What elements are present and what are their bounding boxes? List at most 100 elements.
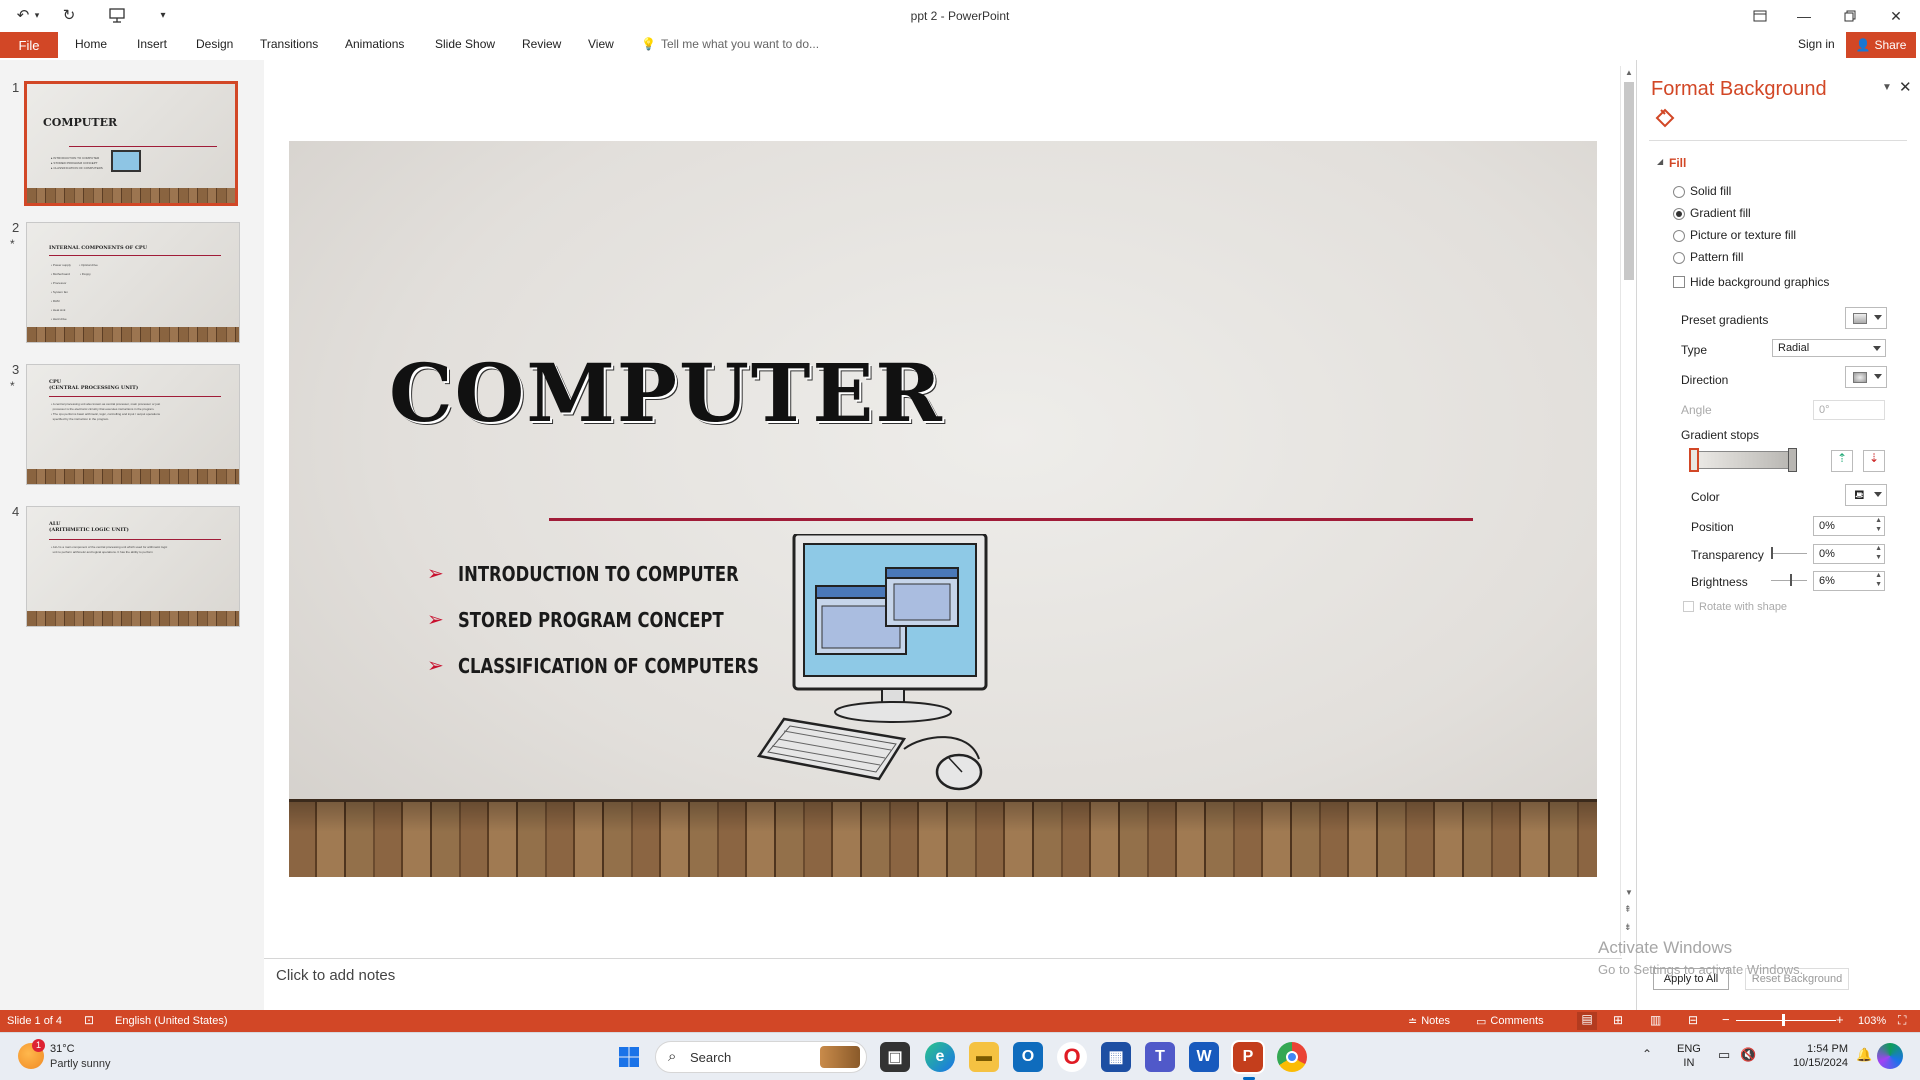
pattern-fill-radio[interactable]	[1673, 252, 1685, 264]
spin-up-icon[interactable]: ▲	[1875, 545, 1882, 552]
add-gradient-stop-icon[interactable]: ⇡	[1831, 450, 1853, 472]
tab-insert[interactable]: Insert	[137, 37, 167, 51]
position-input[interactable]: 0% ▲ ▼	[1813, 516, 1885, 536]
edge-icon[interactable]: e	[925, 1042, 955, 1072]
slide-counter[interactable]: Slide 1 of 4	[7, 1015, 62, 1027]
tab-file[interactable]: File	[0, 32, 58, 58]
language-indicator[interactable]: English (United States)	[115, 1015, 228, 1027]
slide-bullet[interactable]: ➢ STORED PROGRAM CONCEPT	[427, 607, 782, 632]
pattern-fill-label[interactable]: Pattern fill	[1690, 250, 1743, 264]
opera-icon[interactable]: O	[1057, 1042, 1087, 1072]
transparency-slider-thumb[interactable]	[1771, 547, 1773, 559]
share-button[interactable]: 👤 Share	[1846, 32, 1916, 58]
slideshow-view-icon[interactable]: ⊟	[1688, 1013, 1698, 1027]
weather-desc[interactable]: Partly sunny	[50, 1058, 111, 1070]
hide-graphics-label[interactable]: Hide background graphics	[1690, 275, 1829, 289]
network-icon[interactable]: ▭	[1718, 1047, 1730, 1063]
paint-bucket-icon[interactable]	[1653, 106, 1677, 133]
picture-fill-label[interactable]: Picture or texture fill	[1690, 228, 1796, 242]
zoom-slider-thumb[interactable]	[1782, 1014, 1785, 1026]
tab-transitions[interactable]: Transitions	[260, 37, 318, 51]
powerpoint-icon[interactable]: P	[1231, 1040, 1265, 1074]
minimize-icon[interactable]: —	[1784, 2, 1824, 30]
color-dropdown[interactable]: ⛾	[1845, 484, 1887, 506]
zoom-slider[interactable]	[1736, 1020, 1836, 1021]
task-view-icon[interactable]: ▣	[880, 1042, 910, 1072]
tab-design[interactable]: Design	[196, 37, 233, 51]
zoom-in-icon[interactable]: +	[1836, 1012, 1844, 1027]
zoom-out-icon[interactable]: −	[1722, 1012, 1730, 1027]
store-icon[interactable]: ▦	[1101, 1042, 1131, 1072]
slide-canvas[interactable]: COMPUTER ➢ INTRODUCTION TO COMPUTER ➢ ST…	[289, 141, 1597, 877]
gradient-stops-bar[interactable]	[1693, 451, 1793, 469]
brightness-slider-thumb[interactable]	[1790, 574, 1792, 586]
chrome-icon[interactable]	[1277, 1042, 1307, 1072]
clock[interactable]: 1:54 PM 10/15/2024	[1778, 1042, 1848, 1070]
ribbon-display-icon[interactable]	[1740, 2, 1780, 30]
slide-thumbnail-4[interactable]: ALU (ARITHMETIC LOGIC UNIT) • ALU is a m…	[26, 506, 240, 627]
tell-me-box[interactable]: 💡 Tell me what you want to do...	[641, 37, 819, 51]
normal-view-icon[interactable]: ▤	[1577, 1012, 1597, 1030]
fit-to-window-icon[interactable]: ⛶	[1898, 1013, 1906, 1028]
copilot-icon[interactable]	[1877, 1043, 1903, 1069]
reading-view-icon[interactable]: ▥	[1650, 1013, 1661, 1027]
spell-check-icon[interactable]: ⊡	[84, 1013, 94, 1027]
gradient-stop-handle[interactable]	[1788, 448, 1797, 472]
gradient-fill-radio[interactable]	[1673, 208, 1685, 220]
show-hidden-icons-icon[interactable]: ⌃	[1642, 1047, 1652, 1061]
scroll-down-icon[interactable]: ▼	[1625, 888, 1633, 897]
restore-icon[interactable]	[1830, 2, 1870, 30]
sign-in-link[interactable]: Sign in	[1798, 37, 1835, 51]
computer-illustration[interactable]	[754, 534, 994, 794]
notes-toggle[interactable]: ≐ Notes	[1408, 1015, 1450, 1028]
slide-title[interactable]: COMPUTER	[389, 346, 944, 440]
collapse-icon[interactable]: ◢	[1657, 157, 1663, 166]
pane-options-icon[interactable]: ▼	[1882, 82, 1892, 93]
transparency-input[interactable]: 0% ▲ ▼	[1813, 544, 1885, 564]
windows-start-icon[interactable]	[614, 1042, 644, 1072]
slide-scrollbar[interactable]: ▲ ▼ ⇞ ⇟	[1620, 66, 1636, 956]
spin-up-icon[interactable]: ▲	[1875, 517, 1882, 524]
scroll-up-icon[interactable]: ▲	[1625, 68, 1633, 77]
spin-down-icon[interactable]: ▼	[1875, 526, 1882, 533]
solid-fill-radio[interactable]	[1673, 186, 1685, 198]
file-explorer-icon[interactable]: ▬	[969, 1042, 999, 1072]
notification-bell-icon[interactable]: 🔔	[1856, 1047, 1872, 1063]
solid-fill-label[interactable]: Solid fill	[1690, 184, 1731, 198]
type-dropdown[interactable]: Radial	[1772, 339, 1886, 357]
previous-slide-icon[interactable]: ⇞	[1624, 904, 1632, 915]
word-icon[interactable]: W	[1189, 1042, 1219, 1072]
zoom-level[interactable]: 103%	[1858, 1015, 1886, 1027]
gradient-stop-handle[interactable]	[1689, 448, 1699, 472]
gradient-fill-label[interactable]: Gradient fill	[1690, 206, 1751, 220]
notes-pane[interactable]: Click to add notes	[264, 958, 1622, 1010]
close-pane-icon[interactable]: ✕	[1899, 78, 1912, 96]
spin-down-icon[interactable]: ▼	[1875, 581, 1882, 588]
tab-home[interactable]: Home	[75, 37, 107, 51]
slide-thumbnail-2[interactable]: INTERNAL COMPONENTS OF CPU • Power suppl…	[26, 222, 240, 343]
brightness-input[interactable]: 6% ▲ ▼	[1813, 571, 1885, 591]
tab-review[interactable]: Review	[522, 37, 561, 51]
slide-thumbnail-3[interactable]: CPU (CENTRAL PROCESSING UNIT) • A centra…	[26, 364, 240, 485]
teams-icon[interactable]: T	[1145, 1042, 1175, 1072]
notes-placeholder[interactable]: Click to add notes	[276, 967, 395, 984]
slide-thumbnail-1[interactable]: COMPUTER ▸ INTRODUCTION TO COMPUTER ▸ ST…	[24, 81, 238, 206]
slide-sorter-icon[interactable]: ⊞	[1613, 1013, 1623, 1027]
slide-bullet[interactable]: ➢ INTRODUCTION TO COMPUTER	[427, 561, 800, 586]
picture-fill-radio[interactable]	[1673, 230, 1685, 242]
preset-gradients-dropdown[interactable]	[1845, 307, 1887, 329]
spin-up-icon[interactable]: ▲	[1875, 572, 1882, 579]
language-switch[interactable]: ENG IN	[1677, 1042, 1701, 1070]
taskbar-search-box[interactable]: ⌕ Search	[655, 1041, 867, 1073]
brightness-slider[interactable]	[1771, 580, 1807, 581]
direction-dropdown[interactable]	[1845, 366, 1887, 388]
remove-gradient-stop-icon[interactable]: ⇣	[1863, 450, 1885, 472]
close-window-icon[interactable]: ✕	[1876, 2, 1916, 30]
tab-slide-show[interactable]: Slide Show	[435, 37, 495, 51]
transparency-slider[interactable]	[1771, 553, 1807, 554]
weather-temp[interactable]: 31°C	[50, 1043, 75, 1055]
scroll-thumb[interactable]	[1624, 82, 1634, 280]
hide-graphics-checkbox[interactable]	[1673, 276, 1685, 288]
tab-animations[interactable]: Animations	[345, 37, 404, 51]
outlook-icon[interactable]: O	[1013, 1042, 1043, 1072]
